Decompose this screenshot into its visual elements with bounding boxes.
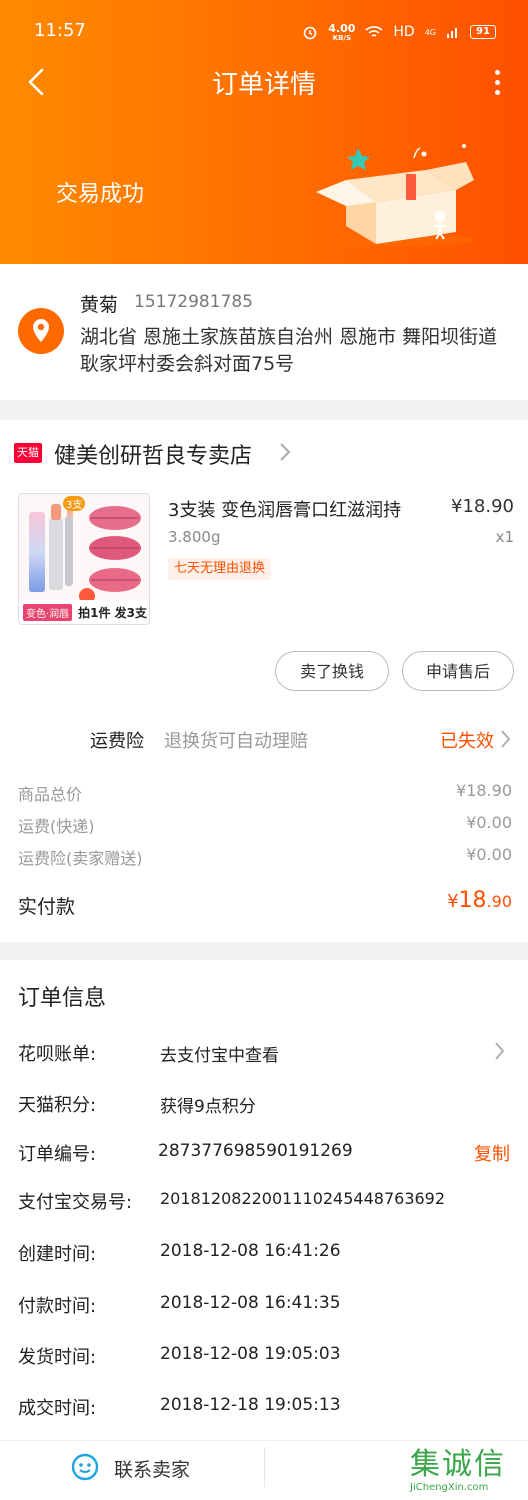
signal-icon <box>447 28 457 38</box>
page-title: 订单详情 <box>211 70 316 100</box>
total-paid-label: 实付款 <box>18 896 76 918</box>
status-icons: 4.00 KB/S HD 4G 91 <box>302 20 496 44</box>
watermark-subtext: JiChengXin.com <box>410 1482 489 1493</box>
info-value-paid: 2018-12-08 16:41:35 <box>160 1293 341 1313</box>
sell-for-cash-button[interactable]: 卖了换钱 <box>275 651 389 691</box>
shipping-insurance-label: 运费险 <box>90 731 144 752</box>
net-speed: 4.00 KB/S <box>328 23 355 42</box>
receiver-phone: 15172981785 <box>134 292 253 312</box>
image-caption-right: 拍1件 发3支 <box>78 605 147 620</box>
product-price: ¥18.90 <box>451 496 514 517</box>
fee-label-subtotal: 商品总价 <box>18 785 83 804</box>
total-paid-value: ¥18.90 <box>447 888 512 913</box>
info-value-alipay-no: 2018120822001110245448763692 <box>160 1189 446 1208</box>
fee-value-subtotal: ¥18.90 <box>456 781 512 800</box>
net-speed-value: 4.00 <box>328 21 356 35</box>
more-dot-icon <box>495 80 500 85</box>
chevron-right-icon[interactable] <box>500 729 512 749</box>
info-value-completed: 2018-12-18 19:05:13 <box>160 1395 341 1415</box>
status-bar: 11:57 4.00 KB/S HD 4G 91 <box>0 0 528 60</box>
order-info-title: 订单信息 <box>18 986 107 1011</box>
after-sale-button[interactable]: 申请售后 <box>402 651 514 691</box>
fee-label-shipping: 运费(快递) <box>18 817 95 836</box>
image-badge: 3支 <box>63 496 86 511</box>
more-dot-icon <box>495 70 500 75</box>
store-name[interactable]: 健美创研哲良专卖店 <box>54 438 252 470</box>
image-caption-bar: 变色·润唇 拍1件 发3支 <box>19 600 149 624</box>
info-label-paid: 付款时间: <box>18 1296 97 1317</box>
image-caption-left: 变色·润唇 <box>23 603 73 621</box>
shipping-insurance-status[interactable]: 已失效 <box>440 727 494 753</box>
battery-indicator: 91 <box>470 25 496 39</box>
shipping-insurance-desc: 退换货可自动理赔 <box>164 731 308 752</box>
info-value-huabei[interactable]: 去支付宝中查看 <box>160 1041 279 1066</box>
receiver-address: 湖北省 恩施土家族苗族自治州 恩施市 舞阳坝街道 耿家坪村委会斜对面75号 <box>80 326 498 375</box>
info-label-completed: 成交时间: <box>18 1398 97 1419</box>
info-value-points: 获得9点积分 <box>160 1097 256 1117</box>
product-sku: 3.800g <box>168 528 221 546</box>
info-label-created: 创建时间: <box>18 1244 97 1265</box>
info-label-shipped: 发货时间: <box>18 1347 97 1368</box>
product-quantity: x1 <box>495 528 514 546</box>
info-value-created: 2018-12-08 16:41:26 <box>160 1241 341 1261</box>
tmall-badge: 天猫 <box>14 443 42 463</box>
return-policy-tag: 七天无理由退换 <box>168 558 272 580</box>
total-currency: ¥ <box>447 891 459 912</box>
contact-seller-button[interactable]: 联系卖家 <box>114 1455 190 1482</box>
location-pin-icon <box>18 308 64 354</box>
more-dot-icon <box>495 90 500 95</box>
info-label-points: 天猫积分: <box>18 1095 97 1116</box>
chevron-right-icon[interactable] <box>278 441 292 463</box>
info-value-order-no: 287377698590191269 <box>158 1141 353 1161</box>
product-title[interactable]: 3支装 变色润唇膏口红滋润持 <box>168 496 428 522</box>
bottom-bar-divider <box>264 1447 265 1487</box>
info-label-order-no: 订单编号: <box>18 1144 97 1165</box>
alarm-icon <box>303 26 317 40</box>
fee-value-insurance: ¥0.00 <box>466 845 512 864</box>
info-value-shipped: 2018-12-08 19:05:03 <box>160 1344 341 1364</box>
hd-label: HD <box>393 24 415 40</box>
order-status-title: 交易成功 <box>56 182 145 207</box>
info-label-huabei: 花呗账单: <box>18 1044 97 1065</box>
watermark-text: 集诚信 <box>410 1447 506 1482</box>
total-integer: 18 <box>458 888 487 913</box>
order-header: 11:57 4.00 KB/S HD 4G 91 订单详情 交易成功 <box>0 0 528 264</box>
receiver-name: 黄菊 <box>80 294 119 316</box>
info-label-alipay-no: 支付宝交易号: <box>18 1192 133 1213</box>
copy-order-no-button[interactable]: 复制 <box>474 1140 510 1166</box>
signal-label: 4G <box>424 27 436 37</box>
product-thumbnail[interactable]: 3支 变色·润唇 拍1件 发3支 <box>18 493 150 625</box>
chat-icon[interactable] <box>70 1452 100 1482</box>
fee-value-shipping: ¥0.00 <box>466 813 512 832</box>
package-box-illustration <box>316 144 476 246</box>
more-options-button[interactable] <box>490 66 504 98</box>
watermark-logo: 集诚信 JiChengXin.com <box>410 1448 522 1498</box>
wifi-icon <box>365 26 383 37</box>
total-decimal: .90 <box>486 892 512 911</box>
status-time: 11:57 <box>34 20 86 41</box>
fee-label-insurance: 运费险(卖家赠送) <box>18 849 143 868</box>
net-speed-unit: KB/S <box>332 33 351 42</box>
chevron-right-icon[interactable] <box>494 1041 506 1061</box>
